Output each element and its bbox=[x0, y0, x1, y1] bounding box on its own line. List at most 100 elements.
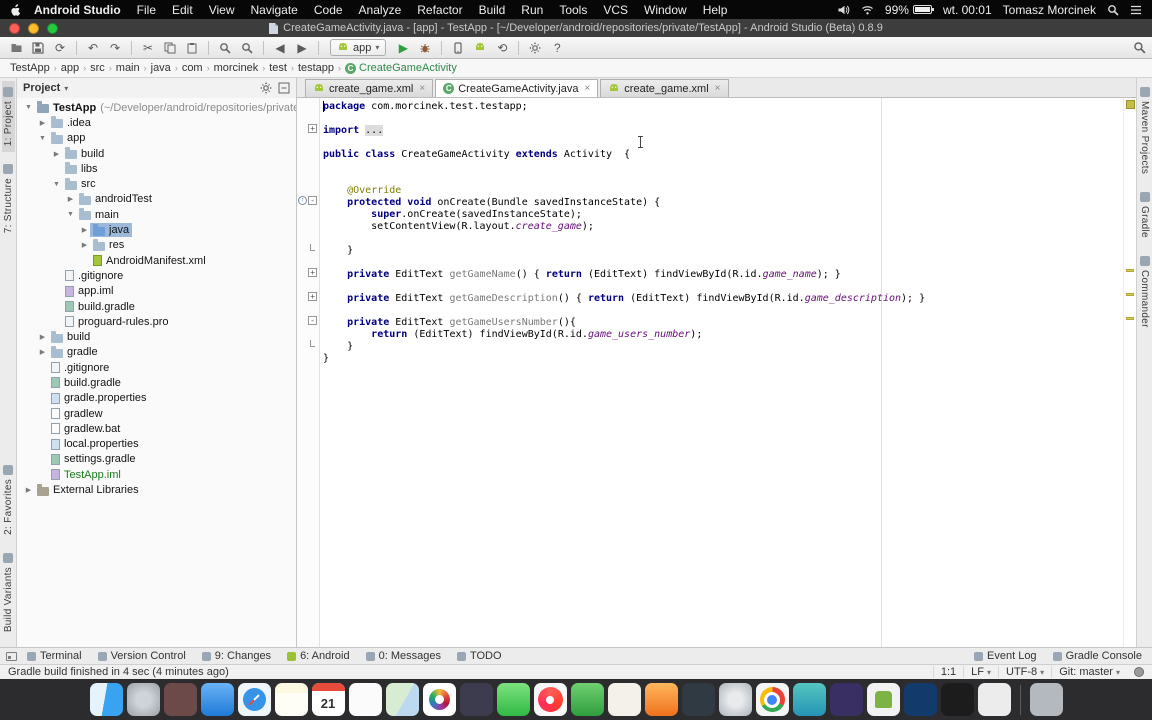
debug-icon[interactable] bbox=[415, 39, 435, 57]
dock-icon-intellij-idea[interactable] bbox=[904, 683, 937, 716]
tool-window-button-version-control[interactable]: Version Control bbox=[98, 650, 186, 662]
breadcrumb-item-morcinek[interactable]: morcinek bbox=[214, 62, 259, 74]
sdk-manager-icon[interactable] bbox=[470, 39, 490, 57]
window-titlebar[interactable]: CreateGameActivity.java - [app] - TestAp… bbox=[0, 19, 1152, 37]
tree-item-java[interactable]: ▶java bbox=[17, 222, 296, 237]
collapse-all-icon[interactable] bbox=[278, 82, 290, 94]
tree-item-src[interactable]: ▼src bbox=[17, 176, 296, 191]
tree-item-build.gradle[interactable]: build.gradle bbox=[17, 299, 296, 314]
save-all-icon[interactable] bbox=[28, 39, 48, 57]
search-everywhere-icon[interactable] bbox=[1133, 41, 1146, 54]
tree-item-build[interactable]: ▶build bbox=[17, 329, 296, 344]
fold-plus-icon[interactable]: + bbox=[308, 292, 317, 301]
tree-arrow-icon[interactable]: ▶ bbox=[65, 195, 76, 203]
tool-button-maven-projects[interactable]: Maven Projects bbox=[1138, 81, 1151, 180]
wifi-icon[interactable] bbox=[861, 5, 874, 15]
menu-file[interactable]: File bbox=[129, 3, 164, 17]
tree-arrow-icon[interactable]: ▶ bbox=[51, 150, 62, 158]
tree-item-gradlew[interactable]: gradlew bbox=[17, 406, 296, 421]
dock-icon-eclipse[interactable] bbox=[830, 683, 863, 716]
close-icon[interactable]: × bbox=[584, 83, 590, 94]
tree-item-gradle.properties[interactable]: gradle.properties bbox=[17, 391, 296, 406]
inspection-indicator[interactable] bbox=[1126, 100, 1135, 109]
tree-item-main[interactable]: ▼main bbox=[17, 207, 296, 222]
menu-navigate[interactable]: Navigate bbox=[242, 3, 305, 17]
tree-arrow-icon[interactable]: ▼ bbox=[37, 135, 48, 142]
close-icon[interactable]: × bbox=[715, 83, 721, 94]
dock-icon-android-studio[interactable] bbox=[793, 683, 826, 716]
menu-code[interactable]: Code bbox=[306, 3, 351, 17]
tree-item-proguard-rules.pro[interactable]: proguard-rules.pro bbox=[17, 314, 296, 329]
breadcrumb-item-testapp[interactable]: testapp bbox=[298, 62, 334, 74]
tree-item-testapp[interactable]: ▼TestApp(~/Developer/android/repositorie… bbox=[17, 100, 296, 115]
settings-gear-icon[interactable] bbox=[260, 82, 272, 94]
tree-arrow-icon[interactable]: ▼ bbox=[65, 211, 76, 218]
dock-icon-system-preferences[interactable] bbox=[719, 683, 752, 716]
help-icon[interactable]: ? bbox=[547, 39, 567, 57]
tree-arrow-icon[interactable]: ▶ bbox=[37, 119, 48, 127]
chevron-down-icon[interactable]: ▾ bbox=[64, 84, 68, 93]
menubar-user[interactable]: Tomasz Morcinek bbox=[1003, 3, 1096, 17]
code-area[interactable]: package com.morcinek.test.testapp;import… bbox=[323, 101, 1120, 365]
line-separator[interactable]: LF▾ bbox=[963, 666, 998, 678]
undo-icon[interactable]: ↶ bbox=[83, 39, 103, 57]
menu-view[interactable]: View bbox=[201, 3, 243, 17]
tree-item-settings.gradle[interactable]: settings.gradle bbox=[17, 452, 296, 467]
tree-item-testapp.iml[interactable]: TestApp.iml bbox=[17, 467, 296, 482]
open-icon[interactable] bbox=[6, 39, 26, 57]
tab-create-game.xml[interactable]: create_game.xml× bbox=[305, 79, 433, 97]
tree-item-androidmanifest.xml[interactable]: AndroidManifest.xml bbox=[17, 253, 296, 268]
close-icon[interactable]: × bbox=[419, 83, 425, 94]
paste-icon[interactable] bbox=[182, 39, 202, 57]
forward-icon[interactable]: ▶ bbox=[292, 39, 312, 57]
tree-arrow-icon[interactable]: ▼ bbox=[51, 181, 62, 188]
fold-plus-icon[interactable]: + bbox=[308, 268, 317, 277]
dock-icon-mission-control[interactable] bbox=[164, 683, 197, 716]
fold-end-icon[interactable] bbox=[310, 340, 315, 347]
breadcrumb-item-main[interactable]: main bbox=[116, 62, 140, 74]
warning-mark[interactable] bbox=[1126, 293, 1134, 296]
tool-button-2-favorites[interactable]: 2: Favorites bbox=[2, 459, 15, 541]
menu-edit[interactable]: Edit bbox=[164, 3, 201, 17]
breadcrumb-item-app[interactable]: app bbox=[61, 62, 79, 74]
dock-icon-mail[interactable] bbox=[201, 683, 234, 716]
tab-creategameactivity.java[interactable]: CCreateGameActivity.java× bbox=[435, 79, 598, 97]
breadcrumb-item-testapp[interactable]: TestApp bbox=[10, 62, 50, 74]
menubar-clock[interactable]: wt. 00:01 bbox=[943, 3, 992, 17]
minimize-window-button[interactable] bbox=[28, 23, 39, 34]
error-stripe[interactable] bbox=[1123, 98, 1136, 647]
tree-arrow-icon[interactable]: ▶ bbox=[79, 241, 90, 249]
file-encoding[interactable]: UTF-8▾ bbox=[998, 666, 1051, 678]
dock-icon-finder[interactable] bbox=[90, 683, 123, 716]
tree-item-.gitignore[interactable]: .gitignore bbox=[17, 360, 296, 375]
dock-icon-notes[interactable] bbox=[275, 683, 308, 716]
tree-item-app[interactable]: ▼app bbox=[17, 131, 296, 146]
tree-item-build[interactable]: ▶build bbox=[17, 146, 296, 161]
breadcrumb-item-com[interactable]: com bbox=[182, 62, 203, 74]
menu-help[interactable]: Help bbox=[695, 3, 736, 17]
tool-window-button-event-log[interactable]: Event Log bbox=[974, 650, 1037, 662]
menu-refactor[interactable]: Refactor bbox=[409, 3, 470, 17]
fold-minus-icon[interactable]: - bbox=[308, 196, 317, 205]
tree-item-gradlew.bat[interactable]: gradlew.bat bbox=[17, 421, 296, 436]
redo-icon[interactable]: ↷ bbox=[105, 39, 125, 57]
tool-window-button-terminal[interactable]: Terminal bbox=[27, 650, 82, 662]
inspector-icon[interactable] bbox=[1134, 667, 1144, 677]
dock-icon-photos[interactable] bbox=[423, 683, 456, 716]
tree-item-local.properties[interactable]: local.properties bbox=[17, 437, 296, 452]
tree-arrow-icon[interactable]: ▶ bbox=[79, 226, 90, 234]
menu-tools[interactable]: Tools bbox=[551, 3, 595, 17]
notification-center-icon[interactable] bbox=[1130, 5, 1142, 15]
copy-icon[interactable] bbox=[160, 39, 180, 57]
warning-mark[interactable] bbox=[1126, 269, 1134, 272]
dock-icon-reminders[interactable] bbox=[349, 683, 382, 716]
tab-create-game.xml[interactable]: create_game.xml× bbox=[600, 79, 728, 97]
status-message[interactable]: Gradle build finished in 4 sec (4 minute… bbox=[8, 666, 229, 678]
dock-icon-photo-booth[interactable] bbox=[460, 683, 493, 716]
tool-button-1-project[interactable]: 1: Project bbox=[2, 81, 15, 152]
dock-icon-chrome[interactable] bbox=[756, 683, 789, 716]
dock-icon-iph-oto[interactable] bbox=[682, 683, 715, 716]
menu-run[interactable]: Run bbox=[513, 3, 551, 17]
replace-icon[interactable] bbox=[237, 39, 257, 57]
dock-icon-messages[interactable] bbox=[497, 683, 530, 716]
